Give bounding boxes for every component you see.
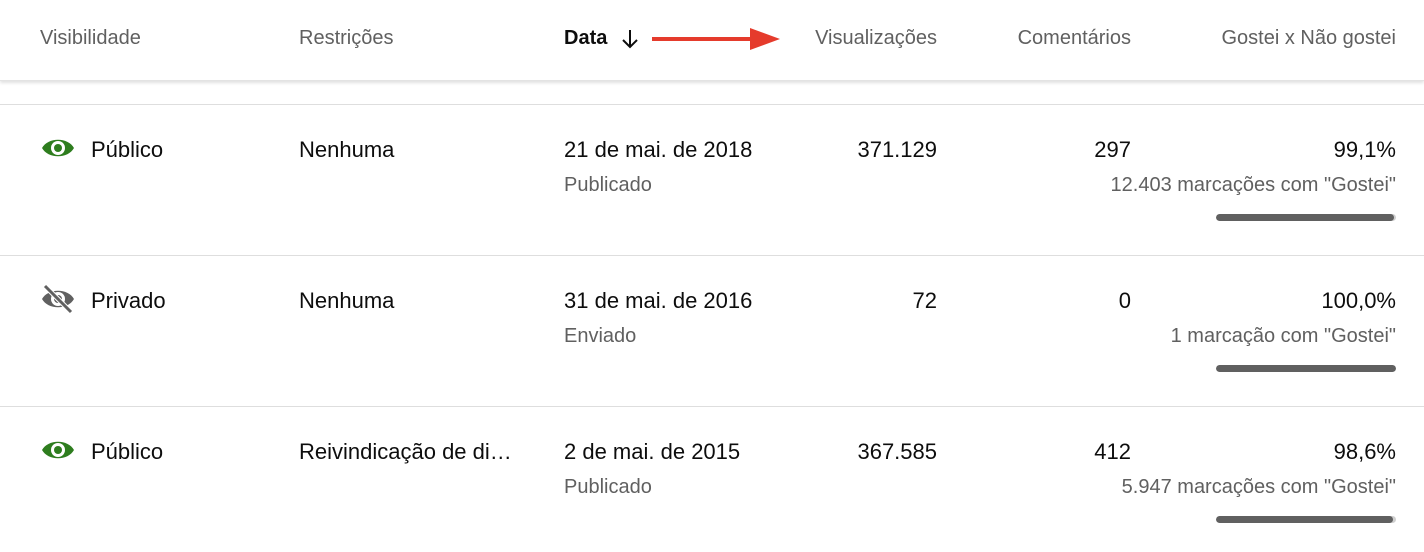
like-count: 12.403 marcações com "Gostei" bbox=[1110, 174, 1396, 196]
like-percentage: 98,6% bbox=[1333, 439, 1396, 464]
restriction-label: Nenhuma bbox=[299, 137, 395, 162]
table-row[interactable]: Público Reivindicação de di… 2 de mai. d… bbox=[0, 406, 1424, 552]
sort-descending-icon[interactable] bbox=[620, 27, 640, 51]
date-label: 31 de mai. de 2016 bbox=[564, 288, 753, 313]
column-header-likes[interactable]: Gostei x Não gostei bbox=[1221, 27, 1396, 50]
date-label: 21 de mai. de 2018 bbox=[564, 137, 753, 162]
comments-count: 297 bbox=[1094, 137, 1131, 162]
like-percentage: 99,1% bbox=[1333, 137, 1396, 162]
column-header-date[interactable]: Data bbox=[564, 27, 607, 50]
like-ratio-fill bbox=[1216, 214, 1395, 221]
like-ratio-bar bbox=[1216, 365, 1396, 372]
like-ratio-bar bbox=[1216, 516, 1396, 523]
column-header-comments[interactable]: Comentários bbox=[1018, 27, 1131, 50]
eye-icon[interactable] bbox=[40, 133, 76, 163]
table-row[interactable]: Privado Nenhuma 31 de mai. de 2016 Envia… bbox=[0, 255, 1424, 406]
like-ratio-fill bbox=[1216, 365, 1396, 372]
restriction-label: Nenhuma bbox=[299, 288, 395, 313]
like-count: 5.947 marcações com "Gostei" bbox=[1121, 476, 1396, 498]
visibility-label: Público bbox=[91, 439, 164, 464]
status-label: Enviado bbox=[564, 325, 637, 347]
like-percentage: 100,0% bbox=[1321, 288, 1396, 313]
views-count: 72 bbox=[912, 288, 937, 313]
views-count: 367.585 bbox=[857, 439, 937, 464]
column-header-views[interactable]: Visualizações bbox=[815, 27, 937, 50]
date-label: 2 de mai. de 2015 bbox=[564, 439, 741, 464]
table-row[interactable]: Público Nenhuma 21 de mai. de 2018 Publi… bbox=[0, 104, 1424, 255]
like-ratio-bar bbox=[1216, 214, 1396, 221]
visibility-label: Privado bbox=[91, 288, 166, 313]
status-label: Publicado bbox=[564, 476, 652, 498]
table-header: Visibilidade Restrições Data Visualizaçõ… bbox=[0, 0, 1424, 81]
like-count: 1 marcação com "Gostei" bbox=[1170, 325, 1396, 347]
restriction-label[interactable]: Reivindicação de di… bbox=[299, 439, 512, 465]
column-header-visibility[interactable]: Visibilidade bbox=[40, 27, 141, 50]
eye-off-icon[interactable] bbox=[40, 284, 76, 314]
comments-count: 412 bbox=[1094, 439, 1131, 464]
column-header-restrictions[interactable]: Restrições bbox=[299, 27, 393, 50]
like-ratio-fill bbox=[1216, 516, 1394, 523]
eye-icon[interactable] bbox=[40, 435, 76, 465]
comments-count: 0 bbox=[1118, 288, 1131, 313]
annotation-arrow-icon bbox=[652, 28, 780, 50]
status-label: Publicado bbox=[564, 174, 652, 196]
visibility-label: Público bbox=[91, 137, 164, 162]
views-count: 371.129 bbox=[857, 137, 937, 162]
video-table: Visibilidade Restrições Data Visualizaçõ… bbox=[0, 0, 1424, 552]
